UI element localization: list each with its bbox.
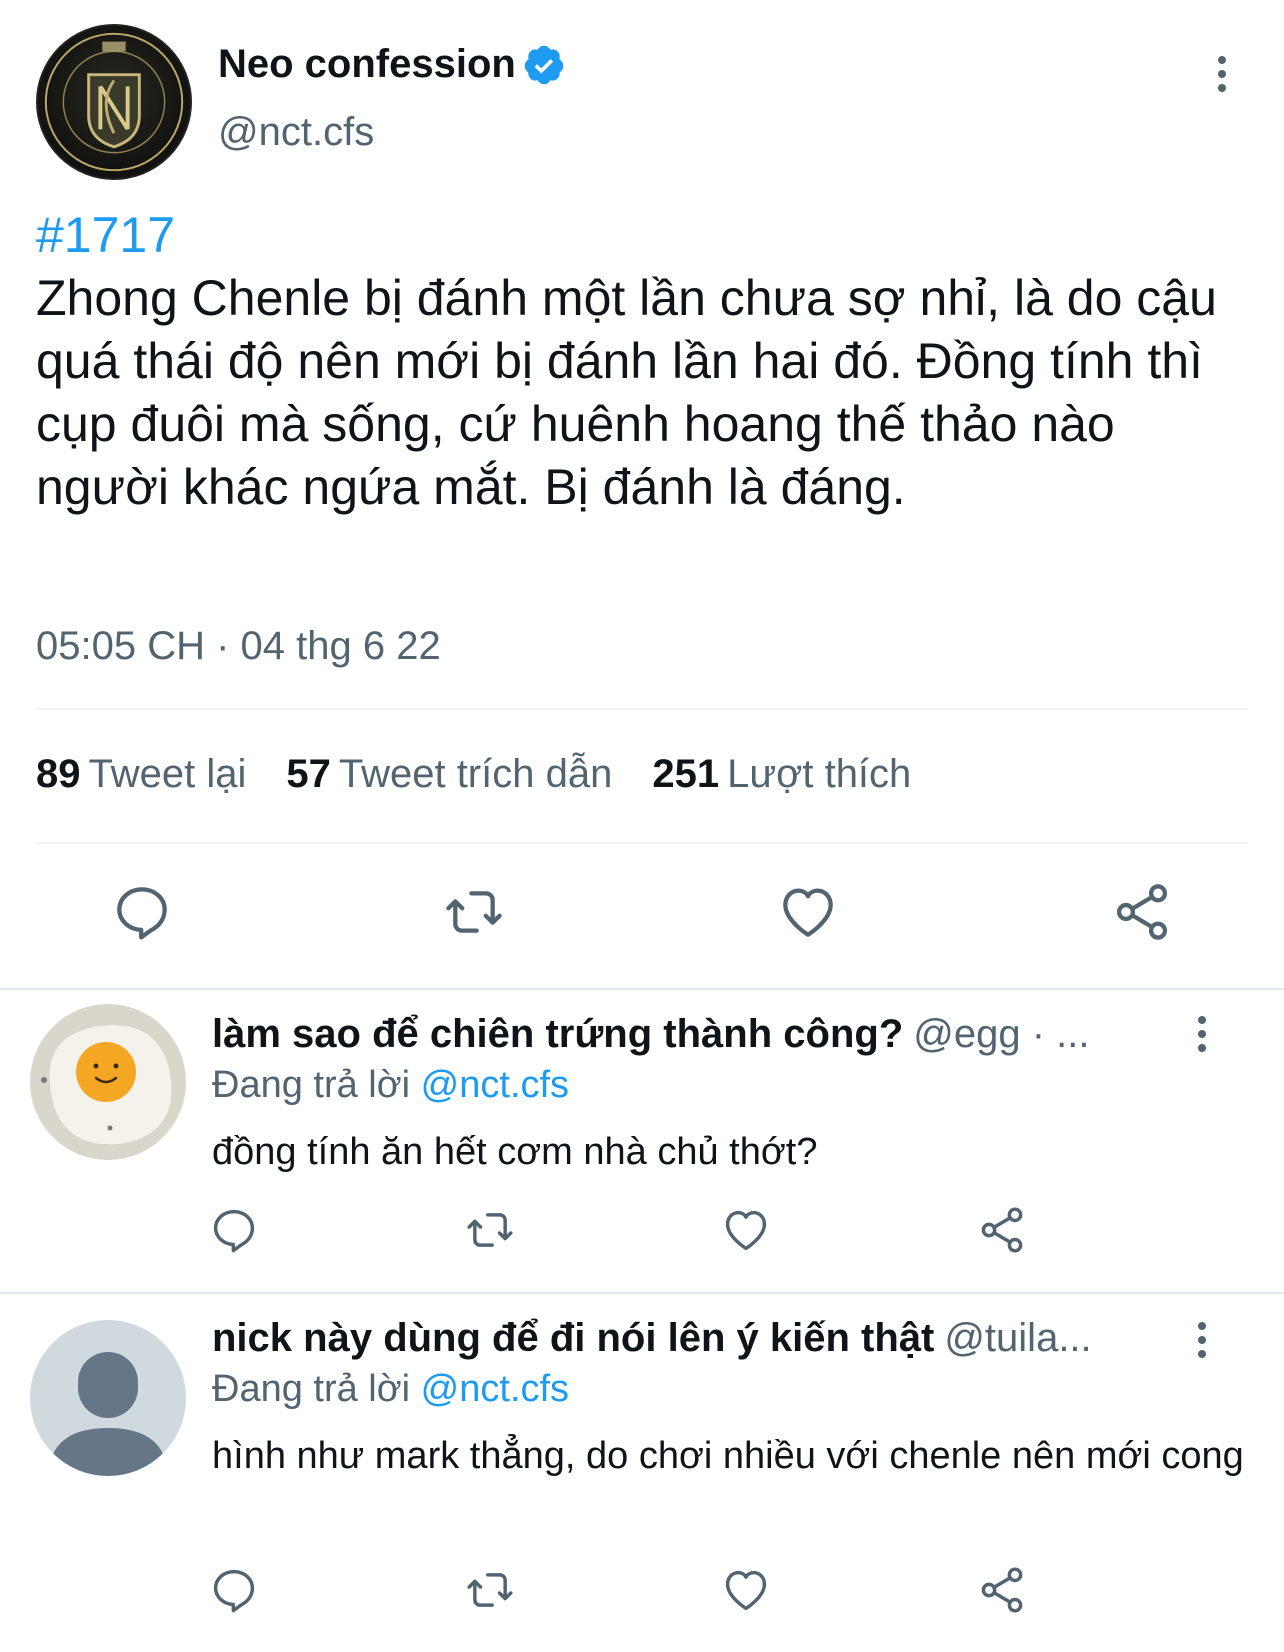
likes-label: Lượt thích: [727, 752, 912, 796]
display-name-text: Neo confession: [218, 42, 516, 86]
replying-to: Đang trả lời @nct.cfs: [212, 1368, 569, 1411]
reply-handle[interactable]: @egg · ...: [913, 1012, 1089, 1056]
default-profile-icon: [30, 1320, 186, 1476]
tweet-body: #1717 Zhong Chenle bị đánh một lần chưa …: [36, 204, 1256, 519]
retweet-icon[interactable]: [464, 1204, 516, 1256]
retweet-icon[interactable]: [464, 1564, 516, 1616]
reply-avatar-egg[interactable]: [30, 1004, 186, 1160]
replying-to-label: Đang trả lời: [212, 1368, 411, 1410]
verified-badge-icon: [522, 43, 566, 87]
profile-avatar[interactable]: [36, 24, 192, 180]
reply-header: nick này dùng để đi nói lên ý kiến thật @…: [212, 1316, 1162, 1361]
reply-avatar-default[interactable]: [30, 1320, 186, 1476]
divider: [36, 708, 1248, 710]
tweet-stats: 89 Tweet lại 57 Tweet trích dẫn 251 Lượt th…: [36, 752, 951, 797]
replying-to-mention[interactable]: @nct.cfs: [421, 1064, 569, 1106]
share-icon[interactable]: [976, 1204, 1028, 1256]
reply-icon[interactable]: [208, 1204, 260, 1256]
replying-to-label: Đang trả lời: [212, 1064, 411, 1106]
tweet-action-bar: [0, 880, 1284, 952]
reply-icon[interactable]: [208, 1564, 260, 1616]
main-tweet: Neo confession @nct.cfs #1717 Zhong Chen…: [0, 0, 1284, 990]
share-icon[interactable]: [976, 1564, 1028, 1616]
more-options-icon[interactable]: [1200, 52, 1244, 96]
reply-more-options-icon[interactable]: [1180, 1012, 1224, 1056]
retweets-count: 89: [36, 752, 81, 796]
likes-count: 251: [652, 752, 720, 796]
retweet-icon[interactable]: [442, 880, 506, 944]
reply-more-options-icon[interactable]: [1180, 1318, 1224, 1362]
reply-text: hình như mark thẳng, do chơi nhiều với c…: [212, 1435, 1244, 1477]
reply-text: đồng tính ăn hết cơm nhà chủ thớt?: [212, 1131, 818, 1173]
retweets-label: Tweet lại: [88, 752, 247, 796]
like-icon[interactable]: [776, 880, 840, 944]
reply-icon[interactable]: [110, 880, 174, 944]
reply-tweet[interactable]: nick này dùng để đi nói lên ý kiến thật @…: [0, 1294, 1284, 1652]
divider: [36, 842, 1248, 844]
likes-stat[interactable]: 251 Lượt thích: [652, 752, 911, 797]
tweet-text: Zhong Chenle bị đánh một lần chưa sợ nhỉ…: [36, 270, 1217, 515]
retweets-stat[interactable]: 89 Tweet lại: [36, 752, 246, 797]
reply-display-name[interactable]: nick này dùng để đi nói lên ý kiến thật: [212, 1316, 934, 1360]
nct-logo-icon: [44, 32, 184, 172]
like-icon[interactable]: [720, 1564, 772, 1616]
reply-header: làm sao để chiên trứng thành công? @egg ·…: [212, 1012, 1162, 1057]
tweet-timestamp[interactable]: 05:05 CH · 04 thg 6 22: [36, 624, 441, 669]
fried-egg-icon: [30, 1004, 186, 1160]
share-icon[interactable]: [1110, 880, 1174, 944]
user-handle[interactable]: @nct.cfs: [218, 110, 374, 155]
quotes-stat[interactable]: 57 Tweet trích dẫn: [286, 752, 612, 797]
quotes-count: 57: [286, 752, 331, 796]
quotes-label: Tweet trích dẫn: [338, 752, 613, 796]
replying-to-mention[interactable]: @nct.cfs: [421, 1368, 569, 1410]
hashtag-link[interactable]: #1717: [36, 204, 1256, 267]
reply-handle[interactable]: @tuila...: [944, 1316, 1091, 1360]
like-icon[interactable]: [720, 1204, 772, 1256]
display-name[interactable]: Neo confession: [218, 42, 566, 87]
reply-tweet[interactable]: làm sao để chiên trứng thành công? @egg ·…: [0, 990, 1284, 1290]
reply-display-name[interactable]: làm sao để chiên trứng thành công?: [212, 1012, 903, 1056]
replying-to: Đang trả lời @nct.cfs: [212, 1064, 569, 1107]
